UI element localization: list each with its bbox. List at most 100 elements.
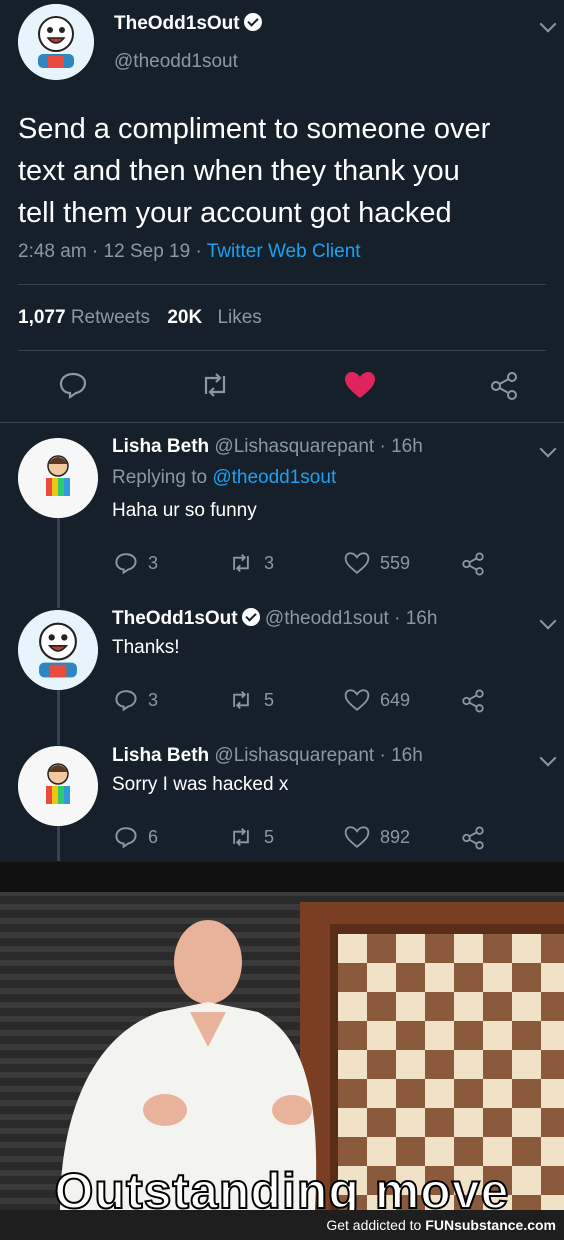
tweet-client-link[interactable]: Twitter Web Client [207,241,361,262]
retweet-icon [233,827,249,847]
board-square [338,1050,367,1079]
reply-icon [115,553,137,575]
lisha-avatar-icon [18,438,98,518]
board-square [396,934,425,963]
board-square [425,1021,454,1050]
board-square [512,1050,541,1079]
board-square [367,1021,396,1050]
author-handle[interactable]: @theodd1sout [114,51,238,73]
board-square [396,1079,425,1108]
board-square [512,1108,541,1137]
retweets-stat[interactable]: 1,077 Retweets [18,307,150,328]
chevron-down-icon[interactable] [539,15,557,33]
retweet-icon[interactable] [198,370,232,400]
author-avatar[interactable] [18,4,94,80]
tweet-text: Send a compliment to someone over text a… [18,113,491,229]
board-square [512,992,541,1021]
reply-avatar[interactable] [18,746,98,826]
board-square [367,1079,396,1108]
board-square [338,963,367,992]
odd1sout-avatar-icon [18,4,94,80]
board-square [541,934,564,963]
reply-icon [115,690,137,712]
reply-author-handle[interactable]: @Lishasquarepant [214,436,374,457]
board-square [541,992,564,1021]
board-square [454,1021,483,1050]
reply-age: 16h [405,608,438,629]
board-square [512,934,541,963]
reply-author-name[interactable]: Lisha Beth [112,436,209,457]
board-square [425,963,454,992]
reply-age: 16h [391,745,423,766]
board-square [483,934,512,963]
reply-author-name[interactable]: Lisha Beth [112,745,209,766]
thread-line [57,826,60,861]
author-name[interactable]: TheOdd1sOut [114,13,262,35]
board-square [454,934,483,963]
board-square [396,963,425,992]
board-square [338,934,367,963]
board-square [396,1021,425,1050]
reply-author-handle[interactable]: @Lishasquarepant [214,745,374,766]
like-heart-icon[interactable] [344,371,376,399]
board-square [425,1079,454,1108]
board-square [541,1108,564,1137]
meme-image: Outstanding move [0,862,564,1210]
divider [18,350,546,351]
board-square [338,1021,367,1050]
like-button[interactable]: 649 [344,688,410,712]
board-square [483,992,512,1021]
reply-avatar[interactable] [18,438,98,518]
odd1sout-avatar-icon [18,610,98,690]
reply-author-name[interactable]: TheOdd1sOut [112,608,238,629]
share-icon[interactable] [488,370,520,402]
board-square [512,1079,541,1108]
board-square [367,992,396,1021]
reply-avatar[interactable] [18,610,98,690]
reply-text: Thanks! [112,637,180,658]
board-square [396,1108,425,1137]
chevron-down-icon[interactable] [539,440,557,458]
thread-line [57,518,60,608]
mention-link[interactable]: @theodd1sout [212,467,336,488]
reply-button[interactable]: 3 [114,551,158,575]
reply-text: Sorry I was hacked x [112,774,289,795]
board-square [483,963,512,992]
watermark-footer: Get addicted to FUNsubstance.com [0,1210,564,1240]
board-square [367,934,396,963]
chevron-down-icon[interactable] [539,612,557,630]
like-button[interactable]: 892 [344,825,410,849]
like-button[interactable]: 559 [344,551,410,575]
board-square [425,934,454,963]
replying-to: Replying to @theodd1sout [112,467,337,488]
chess-commentator-image [0,862,564,1210]
share-icon[interactable] [460,825,486,851]
share-icon[interactable] [460,688,486,714]
divider [18,284,546,285]
meme-caption: Outstanding move [54,1162,510,1210]
reply-icon[interactable] [58,370,88,400]
board-square [541,1021,564,1050]
reply-button[interactable]: 3 [114,688,158,712]
likes-stat[interactable]: 20K Likes [167,307,262,328]
chevron-down-icon[interactable] [539,749,557,767]
board-square [454,1108,483,1137]
reply-author-handle[interactable]: @theodd1sout [265,608,389,629]
board-square [396,1050,425,1079]
heart-outline-icon [344,552,370,574]
tweet-time: 2:48 am [18,241,87,262]
retweet-button[interactable]: 5 [228,688,274,712]
board-square [454,963,483,992]
verified-badge-icon [243,13,262,31]
board-square [396,992,425,1021]
board-square [454,1079,483,1108]
heart-outline-icon [344,826,370,848]
retweet-button[interactable]: 5 [228,825,274,849]
retweet-button[interactable]: 3 [228,551,274,575]
board-square [367,963,396,992]
reply-button[interactable]: 6 [114,825,158,849]
brand-link[interactable]: FUNsubstance.com [425,1217,556,1233]
reply-age: 16h [391,436,423,457]
share-icon[interactable] [460,551,486,577]
reply-icon [115,827,137,849]
